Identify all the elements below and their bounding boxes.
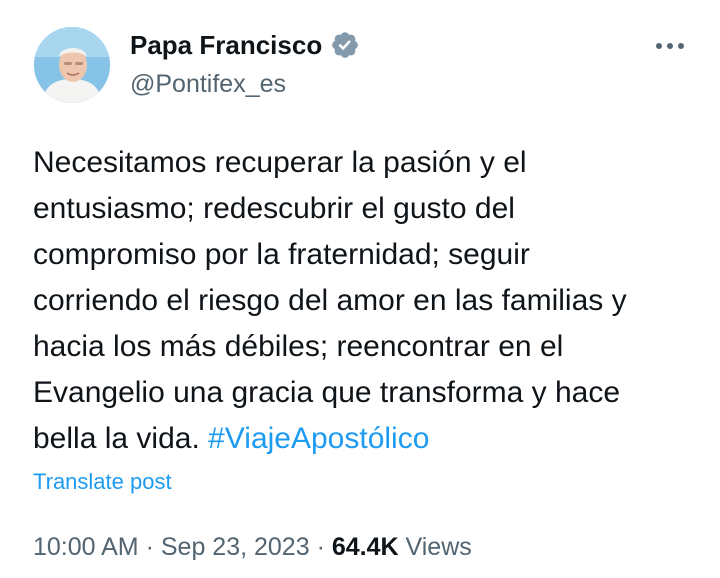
meta-separator: · [316, 533, 325, 561]
post-time[interactable]: 10:00 AM [33, 533, 139, 561]
post-text-line: bella la vida. [33, 422, 200, 455]
meta-separator: · [145, 533, 154, 561]
post-text-line: Necesitamos recuperar la pasión y el [33, 146, 527, 179]
author-display-name[interactable]: Papa Francisco [130, 28, 322, 62]
post-text-line: entusiasmo; redescubrir el gusto del [33, 192, 515, 225]
post-date[interactable]: Sep 23, 2023 [161, 533, 310, 561]
post-text: Necesitamos recuperar la pasión y el entu… [33, 140, 693, 462]
hashtag-link[interactable]: #ViajeApostólico [208, 422, 429, 455]
views-label: Views [405, 533, 472, 561]
translate-post-link[interactable]: Translate post [33, 467, 172, 497]
post-meta: 10:00 AM · Sep 23, 2023 · 64.4K Views [33, 530, 472, 564]
post-text-line: corriendo el riesgo del amor en las fami… [33, 284, 627, 317]
views-count: 64.4K [331, 533, 399, 561]
author-name-row: Papa Francisco [130, 28, 360, 62]
more-options-icon[interactable] [652, 36, 688, 56]
avatar[interactable] [34, 27, 110, 103]
post-text-line: Evangelio una gracia que transforma y ha… [33, 376, 621, 409]
author-handle[interactable]: @Pontifex_es [130, 68, 286, 100]
post-text-line: hacia los más débiles; reencontrar en el [33, 330, 564, 363]
verified-badge-icon[interactable] [330, 30, 360, 60]
post-card: Papa Francisco @Pontifex_es Necesitamos … [0, 0, 720, 578]
post-text-line: compromiso por la fraternidad; seguir [33, 238, 530, 271]
avatar-image [34, 27, 110, 103]
